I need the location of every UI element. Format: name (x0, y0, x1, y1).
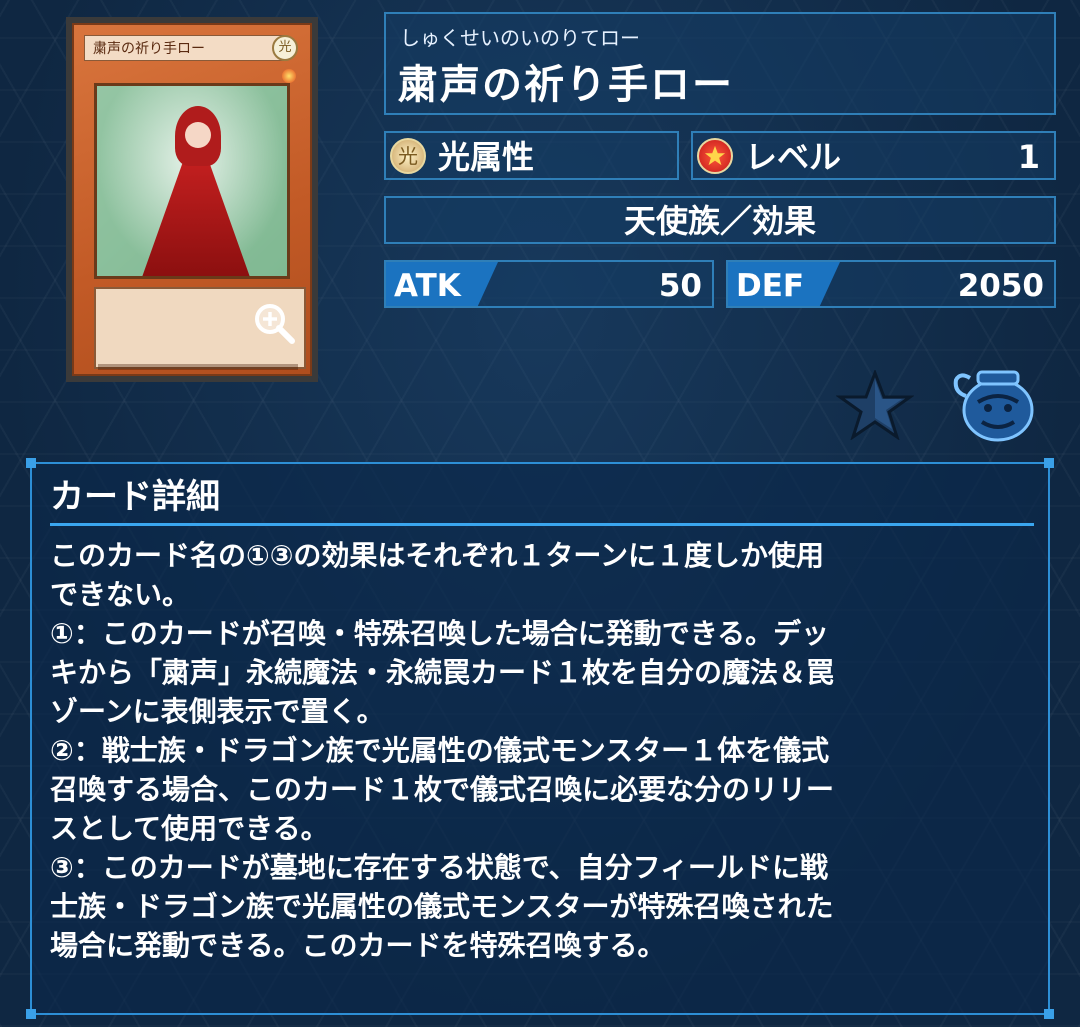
level-star-icon (697, 138, 733, 174)
effect-line: スとして使用できる。 (50, 812, 329, 845)
type-panel: 天使族／効果 (384, 196, 1056, 244)
detail-title: カード詳細 (50, 477, 220, 517)
effect-line: ③：このカードが墓地に存在する状態で、自分フィールドに戦 (50, 851, 829, 884)
artwork-figure-robe (141, 156, 251, 276)
card-effect-text: このカード名の①③の効果はそれぞれ１ターンに１度しか使用 できない。 ①：このカ… (50, 536, 1034, 965)
def-label: DEF (736, 268, 805, 304)
def-label-bg: DEF (728, 262, 840, 306)
card-artwork (94, 83, 290, 279)
effect-line: ①：このカードが召喚・特殊召喚した場合に発動できる。デッ (50, 617, 830, 650)
star-icon[interactable] (836, 370, 914, 440)
effect-line: 召喚する場合、このカード１枚で儀式召喚に必要な分のリリー (50, 773, 835, 806)
card-name-panel: しゅくせいのいのりてロー 粛声の祈り手ロー (384, 12, 1056, 115)
atk-label-bg: ATK (386, 262, 498, 306)
card-detail-panel: カード詳細 このカード名の①③の効果はそれぞれ１ターンに１度しか使用 できない。… (26, 458, 1054, 1019)
attribute-panel: 光 光属性 (384, 131, 679, 180)
level-label: レベル (745, 138, 842, 176)
effect-line: 士族・ドラゴン族で光属性の儀式モンスターが特殊召喚された (50, 890, 834, 923)
level-value: 1 (1017, 138, 1040, 176)
effect-line: ゾーンに表側表示で置く。 (50, 695, 385, 728)
level-panel: レベル 1 (691, 131, 1056, 180)
artwork-figure-face (185, 122, 211, 148)
zoom-in-icon[interactable] (252, 301, 296, 345)
atk-label: ATK (394, 268, 461, 304)
detail-divider (50, 523, 1034, 526)
card-type: 天使族／効果 (623, 202, 816, 240)
card-name: 粛声の祈り手ロー (398, 62, 734, 108)
effect-line: このカード名の①③の効果はそれぞれ１ターンに１度しか使用 (50, 539, 825, 572)
card-image-level-star-icon (282, 69, 296, 83)
def-value: 2050 (957, 268, 1044, 304)
effect-line: ②：戦士族・ドラゴン族で光属性の儀式モンスター１体を儀式 (50, 734, 830, 767)
atk-value: 50 (658, 268, 702, 304)
corner-ornament (1044, 1009, 1054, 1019)
card-name-ruby: しゅくせいのいのりてロー (400, 26, 640, 50)
pot-of-greed-icon[interactable] (952, 366, 1040, 442)
light-attribute-icon: 光 (390, 138, 426, 174)
def-panel: DEF 2050 (726, 260, 1056, 308)
atk-panel: ATK 50 (384, 260, 714, 308)
corner-ornament (26, 1009, 36, 1019)
attribute-label: 光属性 (438, 138, 535, 176)
card-image-copyright (98, 364, 298, 370)
card-image[interactable]: 粛声の祈り手ロー 光 (66, 17, 318, 382)
effect-line: 場合に発動できる。このカードを特殊召喚する。 (50, 929, 666, 962)
card-image-name: 粛声の祈り手ロー (84, 35, 284, 61)
corner-ornament (26, 458, 36, 468)
corner-ornament (1044, 458, 1054, 468)
effect-line: できない。 (50, 578, 191, 611)
effect-line: キから「粛声」永続魔法・永続罠カード１枚を自分の魔法＆罠 (50, 656, 835, 689)
card-image-attribute-icon: 光 (272, 35, 298, 61)
